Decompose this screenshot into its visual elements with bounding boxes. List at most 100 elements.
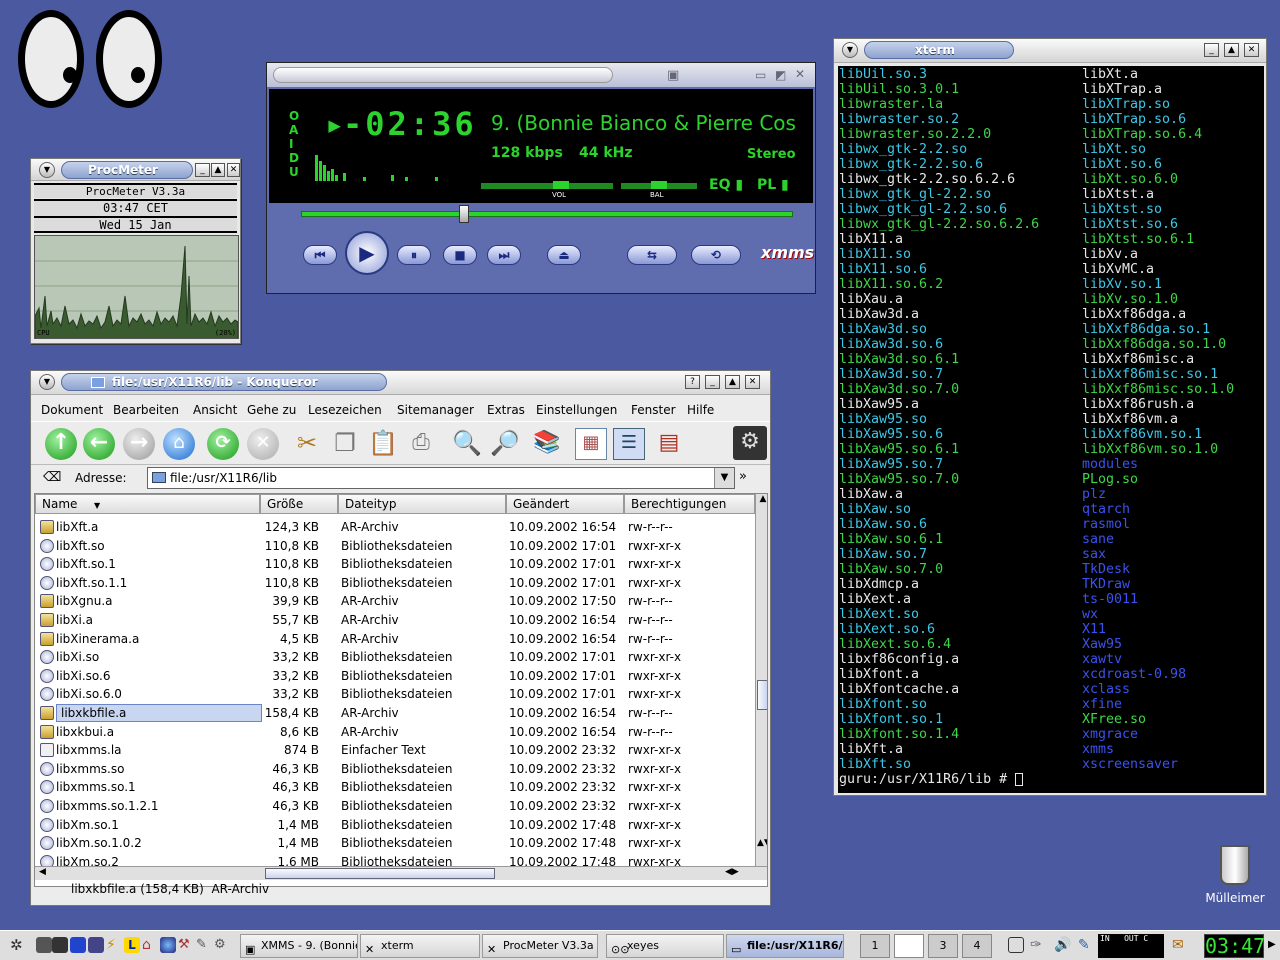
copy-icon[interactable]: ❐ bbox=[329, 428, 361, 460]
table-row[interactable]: libXi.a 55,7 KB AR-Archiv 10.09.2002 16:54 r… bbox=[38, 611, 756, 629]
maximize-button[interactable]: ▲ bbox=[211, 163, 225, 177]
table-row[interactable]: libXm.so.1 1,4 MB Bibliotheksdateien 10.09.… bbox=[38, 816, 756, 834]
table-row[interactable]: libxmms.la 874 B Einfacher Text 10.09.2002 … bbox=[38, 741, 756, 759]
xmms-balance-knob[interactable] bbox=[651, 181, 667, 189]
xmms-volume-knob[interactable] bbox=[553, 181, 569, 189]
xmms-stop-button[interactable]: ■ bbox=[443, 245, 477, 265]
konqueror-throbber-gear-icon[interactable]: ⚙ bbox=[733, 426, 767, 460]
desktop-pager-1[interactable]: 1 bbox=[860, 934, 890, 958]
xmms-seek-knob[interactable] bbox=[459, 205, 469, 223]
table-row[interactable]: libXft.so 110,8 KB Bibliotheksdateien 10.09… bbox=[38, 537, 756, 555]
taskbar-hide-icon[interactable]: ▶ bbox=[1268, 939, 1276, 950]
show-desktop-icon[interactable] bbox=[36, 937, 52, 953]
xmms-next-button[interactable]: ⏭ bbox=[487, 245, 521, 265]
icon-view-icon[interactable]: ▦ bbox=[575, 428, 607, 460]
table-row[interactable]: libxmms.so.1 46,3 KB Bibliotheksdateien 10.… bbox=[38, 778, 756, 796]
clipboard-icon[interactable] bbox=[1008, 937, 1024, 953]
column-header[interactable]: Berechtigungen bbox=[624, 494, 755, 514]
scroll-down-icon[interactable]: ▲▼ bbox=[757, 838, 767, 848]
menu-item[interactable]: Ansicht bbox=[193, 403, 237, 417]
menu-item[interactable]: Sitemanager bbox=[397, 403, 474, 417]
trash-desktop-icon[interactable]: Mülleimer bbox=[1200, 845, 1270, 905]
xmms-shuffle-button[interactable]: ⇆ bbox=[627, 245, 677, 265]
xmms-titlebar[interactable]: ▣ ▭ ◩ ✕ bbox=[267, 63, 815, 87]
window-menu-button[interactable]: ▼ bbox=[39, 162, 55, 178]
xmms-seek-bar[interactable] bbox=[301, 211, 793, 217]
forward-arrow-icon[interactable]: → bbox=[123, 428, 155, 460]
print-icon[interactable]: ⎙ bbox=[405, 428, 437, 460]
minimize-button[interactable]: _ bbox=[705, 375, 720, 389]
xmms-eq-button[interactable]: EQ ▮ bbox=[709, 177, 743, 193]
xmms-logo[interactable]: xmms bbox=[761, 233, 814, 273]
column-header[interactable]: Geändert bbox=[506, 494, 624, 514]
xmms-pause-button[interactable]: ⏸ bbox=[397, 245, 431, 265]
menu-item[interactable]: Einstellungen bbox=[536, 403, 617, 417]
table-row[interactable]: libXinerama.a 4,5 KB AR-Archiv 10.09.2002 1… bbox=[38, 630, 756, 648]
table-row[interactable]: libXi.so.6.0 33,2 KB Bibliotheksdateien 10.… bbox=[38, 685, 756, 703]
clear-location-icon[interactable]: ⌫ bbox=[43, 470, 63, 486]
konqueror-titlebar[interactable]: ▼ file:/usr/X11R6/lib - Konqueror ? _ ▲ … bbox=[31, 371, 770, 395]
clock[interactable]: 03:47 bbox=[1204, 934, 1265, 958]
window-menu-button[interactable]: ▼ bbox=[39, 374, 55, 390]
xmms-eject-button[interactable]: ⏏ bbox=[547, 245, 581, 265]
menu-item[interactable]: Dokument bbox=[41, 403, 103, 417]
cut-icon[interactable]: ✂ bbox=[291, 428, 323, 460]
menu-item[interactable]: Extras bbox=[487, 403, 525, 417]
taskbar-task[interactable]: ▣ XMMS - 9. (Bonnie bbox=[240, 934, 358, 958]
xmms-minimize-icon[interactable]: ▭ bbox=[755, 68, 766, 82]
scroll-up-icon[interactable]: ▲ bbox=[757, 494, 767, 504]
vertical-scrollbar[interactable]: ▲ ▲▼ bbox=[755, 494, 767, 866]
tools-icon[interactable]: ⚒ bbox=[178, 937, 194, 953]
detail-view-icon[interactable]: ☰ bbox=[613, 428, 645, 460]
table-row[interactable]: libXft.so.1 110,8 KB Bibliotheksdateien 10.… bbox=[38, 555, 756, 573]
table-row[interactable]: libxmms.so.1.2.1 46,3 KB Bibliotheksdateie… bbox=[38, 797, 756, 815]
hscroll-thumb[interactable] bbox=[265, 868, 495, 879]
menu-item[interactable]: Lesezeichen bbox=[308, 403, 382, 417]
taskbar-task[interactable]: ✕ ProcMeter V3.3a bbox=[482, 934, 598, 958]
home-icon[interactable]: ⌂ bbox=[163, 428, 195, 460]
menu-item[interactable]: Gehe zu bbox=[247, 403, 296, 417]
bookmark-icon[interactable]: 📚 bbox=[531, 428, 563, 460]
xmms-repeat-button[interactable]: ⟲ bbox=[691, 245, 741, 265]
speaker-icon[interactable]: 🔊 bbox=[1054, 937, 1071, 953]
settings-icon[interactable]: ⚙ bbox=[214, 937, 230, 953]
minimize-button[interactable]: _ bbox=[1204, 43, 1219, 57]
reload-icon[interactable]: ⟳ bbox=[207, 428, 239, 460]
column-header[interactable]: Größe bbox=[260, 494, 338, 514]
xmms-play-button[interactable]: ▶ bbox=[345, 231, 389, 275]
xmms-prev-button[interactable]: ⏮ bbox=[303, 245, 337, 265]
paint-icon[interactable]: ✎ bbox=[196, 937, 212, 953]
scroll-right-icon[interactable]: ◀▶ bbox=[725, 867, 739, 877]
horizontal-scrollbar[interactable]: ◀ ◀▶ bbox=[35, 866, 767, 880]
zoom-in-icon[interactable]: 🔍 bbox=[451, 428, 483, 460]
network-icon[interactable]: ✎ bbox=[1078, 937, 1094, 953]
maximize-button[interactable]: ▲ bbox=[725, 375, 740, 389]
tool-icon[interactable]: ✑ bbox=[1030, 937, 1046, 953]
home-icon[interactable]: ⌂ bbox=[142, 937, 158, 953]
xmms-close-icon[interactable]: ✕ bbox=[795, 67, 805, 81]
kde-menu-gear-icon[interactable]: ✲ bbox=[10, 937, 26, 953]
tux-icon[interactable] bbox=[70, 937, 86, 953]
scroll-left-icon[interactable]: ◀ bbox=[39, 867, 46, 877]
xmms-shade-icon[interactable]: ◩ bbox=[775, 68, 786, 82]
table-row[interactable]: libXgnu.a 39,9 KB AR-Archiv 10.09.2002 17:5… bbox=[38, 592, 756, 610]
table-row[interactable]: libXm.so.1.0.2 1,4 MB Bibliotheksdateien 10… bbox=[38, 834, 756, 852]
taskbar-task[interactable]: ⊙⊙ xeyes bbox=[606, 934, 724, 958]
maximize-button[interactable]: ▲ bbox=[1224, 43, 1239, 57]
taskbar-task[interactable]: ✕ xterm bbox=[360, 934, 480, 958]
table-row[interactable]: libxmms.so 46,3 KB Bibliotheksdateien 10.09… bbox=[38, 760, 756, 778]
table-row[interactable]: libXi.so 33,2 KB Bibliotheksdateien 10.09.2… bbox=[38, 648, 756, 666]
back-arrow-icon[interactable]: ← bbox=[83, 428, 115, 460]
close-button[interactable]: ✕ bbox=[745, 375, 760, 389]
shield-icon[interactable] bbox=[88, 937, 104, 953]
menu-item[interactable]: Fenster bbox=[631, 403, 676, 417]
address-input[interactable]: file:/usr/X11R6/lib ▼ bbox=[147, 467, 735, 489]
stop-icon[interactable]: ✕ bbox=[247, 428, 279, 460]
table-row[interactable]: libxkbui.a 8,6 KB AR-Archiv 10.09.2002 16:5… bbox=[38, 723, 756, 741]
desktop-pager-2[interactable] bbox=[894, 934, 924, 958]
up-arrow-icon[interactable]: ↑ bbox=[45, 428, 77, 460]
menu-item[interactable]: Bearbeiten bbox=[113, 403, 179, 417]
xmms-pl-button[interactable]: PL ▮ bbox=[757, 177, 789, 193]
notes-icon[interactable]: ✉ bbox=[1172, 937, 1188, 953]
taskbar-task[interactable]: ▭ file:/usr/X11R6/ bbox=[726, 934, 844, 958]
